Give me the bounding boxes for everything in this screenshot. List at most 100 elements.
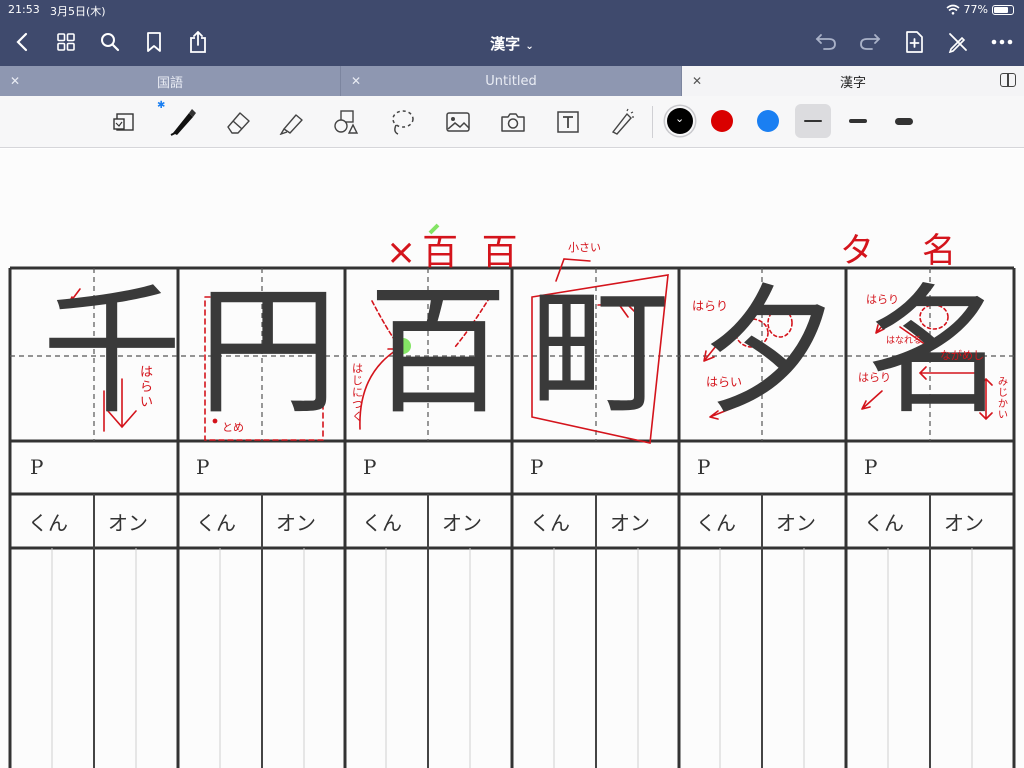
on-reading-label: オン xyxy=(610,511,650,535)
undo-icon xyxy=(815,34,836,50)
camera-icon xyxy=(501,113,525,132)
kanji-character: 百 xyxy=(368,271,509,434)
close-icon[interactable]: ✕ xyxy=(10,74,20,88)
camera-tool[interactable] xyxy=(495,104,531,140)
annotation-note: ながめし xyxy=(940,349,984,362)
on-reading-label: オン xyxy=(776,511,816,535)
pen-tool[interactable] xyxy=(164,104,200,140)
tab-untitled[interactable]: ✕ Untitled xyxy=(341,66,682,96)
highlighter-tool[interactable] xyxy=(274,104,310,140)
pencil-slash-icon xyxy=(948,33,967,53)
toolbar-divider xyxy=(652,106,653,138)
document-title-menu[interactable]: 漢字 ⌄ xyxy=(490,35,534,53)
more-icon xyxy=(991,39,1013,45)
annotation-note: はらい xyxy=(706,375,743,389)
tab-label: 漢字 xyxy=(839,75,866,91)
chevron-left-icon xyxy=(16,32,28,52)
on-reading-label: オン xyxy=(108,511,148,535)
add-page-button[interactable] xyxy=(902,30,926,54)
kun-reading-label: くん xyxy=(864,511,904,535)
pen-icon xyxy=(170,109,196,136)
shapes-icon xyxy=(334,110,359,134)
color-swatch-black[interactable]: ⌄ xyxy=(667,108,693,134)
lasso-tool[interactable] xyxy=(384,104,420,140)
lasso-icon xyxy=(392,110,414,135)
page-ref-label: P xyxy=(363,455,377,479)
page-ref-label: P xyxy=(196,455,210,479)
zoom-window-icon xyxy=(113,113,134,131)
tab-label: 国語 xyxy=(156,75,183,91)
battery-icon xyxy=(992,4,1014,15)
wifi-icon xyxy=(946,4,960,15)
kun-reading-label: くん xyxy=(696,511,736,535)
search-icon xyxy=(101,33,120,52)
on-reading-label: オン xyxy=(944,511,984,535)
medium-line-icon xyxy=(849,119,867,123)
highlighter-icon xyxy=(279,114,303,135)
top-bar: 21:53 3月5日(木) 77% 漢字 ⌄ xyxy=(0,0,1024,66)
annotation-top-right-2: 名 xyxy=(922,231,956,271)
share-button[interactable] xyxy=(186,30,210,54)
selected-check-icon: ⌄ xyxy=(675,112,685,125)
laser-pointer-tool[interactable] xyxy=(603,104,639,140)
document-page[interactable]: 千 円 百 町 夕 名 P P P P P P くん オン くん オン くん オ… xyxy=(0,149,1024,768)
color-swatch-red[interactable] xyxy=(711,110,733,132)
kun-reading-label: くん xyxy=(530,511,570,535)
annotation-note: はらい xyxy=(140,365,154,410)
zoom-window-button[interactable] xyxy=(106,104,142,140)
stroke-width-thin[interactable] xyxy=(795,104,831,138)
status-date: 3月5日(木) xyxy=(50,5,106,18)
image-icon xyxy=(446,112,470,132)
kanji-character: 夕 xyxy=(700,271,841,434)
kanji-character: 円 xyxy=(198,271,339,434)
page-ref-label: P xyxy=(864,455,878,479)
close-icon[interactable]: ✕ xyxy=(692,74,702,88)
annotation-note: とめ xyxy=(222,421,244,434)
stroke-width-thick[interactable] xyxy=(886,104,922,138)
image-tool[interactable] xyxy=(440,104,476,140)
annotation-top-right-1: タ xyxy=(840,231,874,271)
page-ref-label: P xyxy=(697,455,711,479)
text-tool[interactable] xyxy=(550,104,586,140)
battery-percent: 77% xyxy=(963,3,988,16)
thin-line-icon xyxy=(804,120,822,122)
stroke-width-medium[interactable] xyxy=(840,104,876,138)
annotation-note: みじかい xyxy=(998,377,1008,421)
redo-button[interactable] xyxy=(858,30,882,54)
text-box-icon xyxy=(557,111,579,133)
drawing-toolbar: ✱ ⌄ xyxy=(0,96,1024,148)
status-time: 21:53 xyxy=(8,3,40,16)
annotation-note: 小さい xyxy=(568,241,601,254)
battery-level xyxy=(994,6,1008,13)
shapes-tool[interactable] xyxy=(328,104,364,140)
thumbnails-button[interactable] xyxy=(54,30,78,54)
search-button[interactable] xyxy=(98,30,122,54)
more-button[interactable] xyxy=(990,30,1014,54)
page-ref-label: P xyxy=(530,455,544,479)
document-tabs: ✕ 国語 ✕ Untitled ✕ 漢字 xyxy=(0,66,1024,96)
chevron-down-icon: ⌄ xyxy=(525,41,534,52)
tab-label: Untitled xyxy=(485,73,537,89)
kanji-character: 町 xyxy=(530,271,671,434)
undo-button[interactable] xyxy=(814,30,838,54)
kanji-character: 千 xyxy=(42,271,183,434)
annotation-note: はらり xyxy=(858,371,891,384)
kun-reading-label: くん xyxy=(196,511,236,535)
eraser-tool[interactable] xyxy=(220,104,256,140)
tab-kokugo[interactable]: ✕ 国語 xyxy=(0,66,341,96)
add-page-icon xyxy=(906,31,923,53)
split-view-icon[interactable] xyxy=(1000,73,1016,87)
kun-reading-label: くん xyxy=(28,511,68,535)
close-icon[interactable]: ✕ xyxy=(351,74,361,88)
bookmark-button[interactable] xyxy=(142,30,166,54)
page-ref-label: P xyxy=(30,455,44,479)
laser-pointer-icon xyxy=(611,108,634,135)
on-reading-label: オン xyxy=(442,511,482,535)
tab-kanji[interactable]: ✕ 漢字 xyxy=(682,66,1024,96)
disable-pencil-button[interactable] xyxy=(946,30,970,54)
on-reading-label: オン xyxy=(276,511,316,535)
annotation-note: はらり xyxy=(866,293,899,306)
back-button[interactable] xyxy=(10,30,34,54)
color-swatch-blue[interactable] xyxy=(757,110,779,132)
share-icon xyxy=(190,31,206,53)
